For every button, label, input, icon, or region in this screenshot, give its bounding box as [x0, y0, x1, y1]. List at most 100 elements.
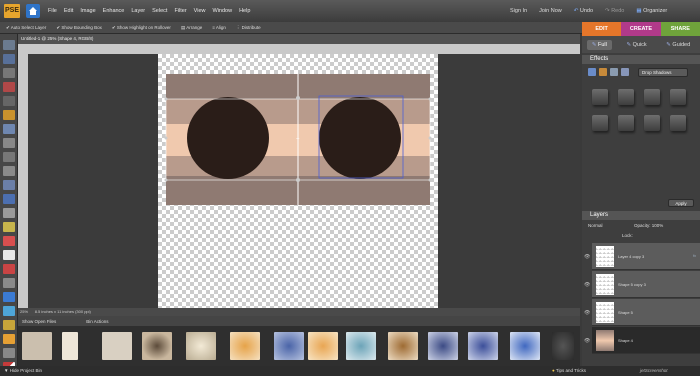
- gradient-tool-icon[interactable]: [3, 306, 15, 316]
- menu-filter[interactable]: Filter: [174, 8, 186, 14]
- healing-brush-icon[interactable]: [3, 222, 15, 232]
- drop-shadow-style-6[interactable]: [618, 115, 634, 131]
- align-button[interactable]: ≡ Align: [212, 25, 226, 30]
- menu-file[interactable]: File: [48, 8, 57, 14]
- visibility-eye-icon[interactable]: 👁: [584, 254, 590, 260]
- bounding-box-checkbox[interactable]: ✔ Show Bounding Box: [56, 25, 102, 31]
- drop-shadow-style-2[interactable]: [618, 89, 634, 105]
- bin-thumbnail[interactable]: [274, 332, 304, 360]
- bin-actions-menu[interactable]: Bin Actions: [86, 319, 108, 324]
- bin-thumbnail[interactable]: [22, 332, 52, 360]
- highlight-checkbox[interactable]: ✔ Show Highlight on Rollover: [112, 25, 171, 31]
- bin-thumbnail[interactable]: [102, 332, 132, 360]
- bin-thumbnail[interactable]: [186, 332, 216, 360]
- apply-effect-button[interactable]: Apply: [668, 199, 694, 207]
- document-canvas[interactable]: +: [158, 54, 438, 308]
- bin-thumbnail[interactable]: [428, 332, 458, 360]
- bin-thumbnail[interactable]: [62, 332, 78, 360]
- type-tool-icon[interactable]: [3, 152, 15, 162]
- fx-icon[interactable]: fx: [693, 253, 696, 258]
- paint-bucket-icon[interactable]: [3, 292, 15, 302]
- visibility-eye-icon[interactable]: 👁: [584, 338, 590, 344]
- bin-thumbnail[interactable]: [308, 332, 338, 360]
- organizer-button[interactable]: ▦ Organizer: [636, 8, 667, 14]
- opacity-control[interactable]: Opacity: 100%: [634, 223, 663, 228]
- circle-shape-left[interactable]: [187, 97, 269, 179]
- tab-full[interactable]: ✎ Full: [586, 39, 612, 50]
- selection-brush-icon[interactable]: [3, 138, 15, 148]
- shape-tool-icon[interactable]: [3, 320, 15, 330]
- layer-row[interactable]: Layer 4 copy 3 fx: [592, 243, 700, 270]
- bin-thumbnail[interactable]: [142, 332, 172, 360]
- drop-shadow-style-4[interactable]: [670, 89, 686, 105]
- hide-project-bin-button[interactable]: ▼ Hide Project Bin: [4, 366, 42, 376]
- menu-enhance[interactable]: Enhance: [103, 8, 125, 14]
- cookie-cutter-icon[interactable]: [3, 180, 15, 190]
- undo-button[interactable]: ↶ Undo: [574, 8, 593, 14]
- effects-category-dropdown[interactable]: Drop Shadows: [638, 68, 688, 77]
- bin-thumbnail[interactable]: [230, 332, 260, 360]
- move-tool-icon[interactable]: [3, 40, 15, 50]
- layer-row[interactable]: Shape 5: [592, 299, 700, 326]
- zoom-tool-icon[interactable]: [3, 54, 15, 64]
- eraser-tool-icon[interactable]: [3, 250, 15, 260]
- drop-shadow-style-5[interactable]: [592, 115, 608, 131]
- visibility-eye-icon[interactable]: 👁: [584, 282, 590, 288]
- smart-brush-icon[interactable]: [3, 278, 15, 288]
- crop-tool-icon[interactable]: [3, 166, 15, 176]
- bin-thumbnail[interactable]: [468, 332, 498, 360]
- tips-and-tricks-button[interactable]: ● Tips and Tricks: [552, 366, 586, 376]
- menu-help[interactable]: Help: [239, 8, 250, 14]
- tab-guided[interactable]: ✎ Guided: [661, 40, 695, 50]
- tab-create[interactable]: CREATE: [621, 22, 661, 36]
- menu-select[interactable]: Select: [152, 8, 167, 14]
- eyedropper-tool-icon[interactable]: [3, 82, 15, 92]
- clone-stamp-icon[interactable]: [3, 236, 15, 246]
- menu-layer[interactable]: Layer: [131, 8, 145, 14]
- join-now-link[interactable]: Join Now: [539, 8, 562, 14]
- layer-row[interactable]: Shape 5 copy 3: [592, 271, 700, 298]
- canvas-artwork[interactable]: +: [158, 54, 438, 308]
- effects-all-icon[interactable]: [621, 68, 629, 76]
- bin-thumbnail[interactable]: [510, 332, 540, 360]
- lasso-tool-icon[interactable]: [3, 110, 15, 120]
- bin-thumbnail[interactable]: [388, 332, 418, 360]
- tab-quick[interactable]: ✎ Quick: [621, 40, 651, 50]
- sign-in-link[interactable]: Sign In: [510, 8, 527, 14]
- straighten-tool-icon[interactable]: [3, 194, 15, 204]
- circle-shape-right[interactable]: [319, 97, 401, 179]
- sponge-tool-icon[interactable]: [3, 348, 15, 358]
- brush-tool-icon[interactable]: [3, 264, 15, 274]
- tab-share[interactable]: SHARE: [660, 22, 700, 36]
- drop-shadow-style-8[interactable]: [670, 115, 686, 131]
- bin-thumbnail[interactable]: [346, 332, 376, 360]
- tab-edit[interactable]: EDIT: [582, 22, 622, 36]
- redo-button[interactable]: ↷ Redo: [605, 8, 624, 14]
- menu-window[interactable]: Window: [213, 8, 233, 14]
- distribute-button[interactable]: ⋮ Distribute: [236, 25, 261, 31]
- drop-shadow-style-1[interactable]: [592, 89, 608, 105]
- hand-tool-icon[interactable]: [3, 68, 15, 78]
- menu-edit[interactable]: Edit: [64, 8, 73, 14]
- effects-panel-header[interactable]: Effects: [582, 55, 700, 64]
- bin-thumbnail[interactable]: [552, 332, 574, 360]
- auto-select-checkbox[interactable]: ✔ Auto Select Layer: [6, 25, 46, 31]
- magic-wand-tool-icon[interactable]: [3, 124, 15, 134]
- blur-tool-icon[interactable]: [3, 334, 15, 344]
- menu-view[interactable]: View: [194, 8, 206, 14]
- drop-shadow-style-7[interactable]: [644, 115, 660, 131]
- show-open-files-dropdown[interactable]: Show Open Files: [22, 319, 56, 324]
- red-eye-tool-icon[interactable]: [3, 208, 15, 218]
- blend-mode-dropdown[interactable]: Normal: [588, 223, 603, 228]
- menu-image[interactable]: Image: [80, 8, 95, 14]
- layer-row-selected[interactable]: Shape 4: [592, 327, 700, 354]
- document-tab[interactable]: Untitled-1 @ 25% (Shape 4, RGB/8): [18, 34, 580, 44]
- opacity-value[interactable]: 100%: [652, 223, 664, 228]
- arrange-button[interactable]: ▤ Arrange: [181, 25, 202, 31]
- effects-photo-icon[interactable]: [610, 68, 618, 76]
- effects-style-icon[interactable]: [599, 68, 607, 76]
- visibility-eye-icon[interactable]: 👁: [584, 310, 590, 316]
- marquee-tool-icon[interactable]: [3, 96, 15, 106]
- home-icon[interactable]: [26, 4, 40, 18]
- layers-panel-header[interactable]: Layers: [582, 211, 700, 220]
